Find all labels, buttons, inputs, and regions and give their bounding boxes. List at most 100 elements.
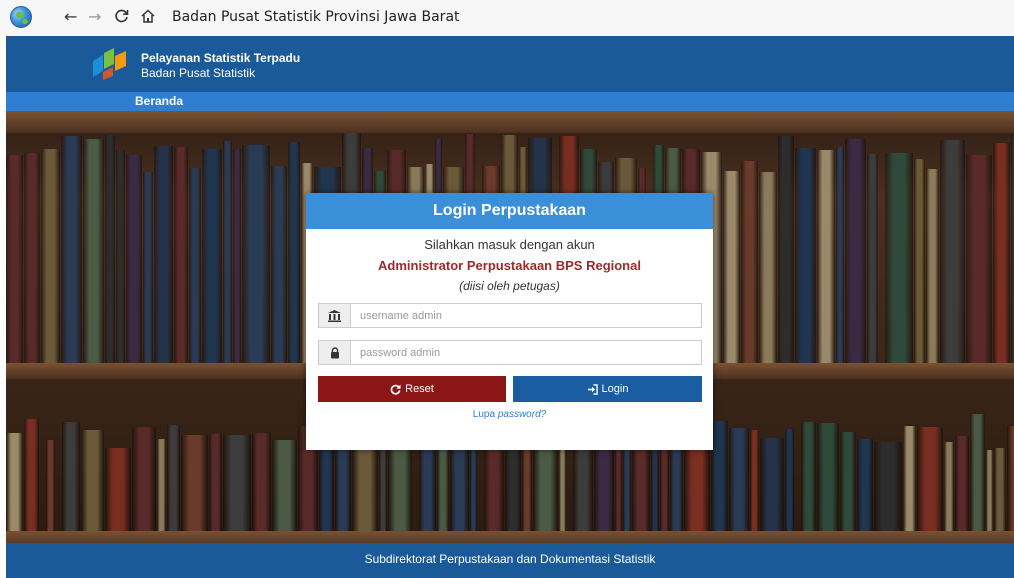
forgot-password-link[interactable]: Lupa password? [306,409,713,420]
password-input[interactable] [351,341,701,364]
book-spine [61,136,82,363]
book-spine [940,140,965,363]
book-spine [1007,426,1014,543]
username-field [318,303,702,328]
book-spine [874,442,902,543]
book-spine [223,435,251,543]
book-spine [955,436,969,543]
book-spine [885,153,913,363]
forward-arrow-icon[interactable]: → [88,8,101,26]
back-arrow-icon[interactable]: ← [64,8,77,26]
book-spine [778,136,794,363]
brand-title: Pelayanan Statistik Terpadu [141,51,301,65]
book-spine [209,434,222,543]
refresh-icon [390,383,401,395]
book-spine [62,422,80,543]
home-icon[interactable] [140,8,156,28]
book-spine [760,438,784,543]
reset-label: Reset [405,383,434,395]
shelf-board [6,111,1014,133]
book-spine [81,430,104,543]
book-spine [817,150,835,363]
book-spine [252,433,271,543]
password-field [318,340,702,365]
book-spine [24,419,39,543]
nav-home-link[interactable]: Beranda [135,94,183,108]
book-spine [105,448,131,543]
book-spine [116,150,125,363]
book-spine [41,149,60,363]
book-spine [242,145,270,363]
login-title: Login Perpustakaan [306,193,713,229]
login-button[interactable]: Login [513,376,702,402]
bps-logo-icon [93,48,126,80]
book-spine [288,142,300,363]
book-spine [272,440,297,543]
login-label: Login [601,383,629,395]
book-spine [741,161,758,363]
book-spine [126,155,142,363]
book-spine [723,171,740,363]
book-spine [817,423,839,543]
book-spine [132,427,156,543]
username-input[interactable] [351,304,701,327]
book-spine [157,439,166,543]
book-spine [46,440,55,543]
book-spine [174,147,188,363]
reload-icon[interactable] [114,8,130,28]
brand-subtitle: Badan Pusat Statistik [141,66,256,80]
login-intro: Silahkan masuk dengan akun [424,237,595,252]
main-nav: Beranda [6,92,1014,111]
book-spine [670,443,683,543]
book-spine [24,153,40,363]
book-spine [840,432,856,543]
sign-in-icon [587,383,598,395]
book-spine [143,172,153,363]
shelf-board [6,531,1014,543]
book-spine [450,437,469,543]
book-spine [632,448,650,543]
site-header: Pelayanan Statistik Terpadu Badan Pusat … [6,36,1014,92]
book-spine [167,425,180,543]
book-spine [795,148,816,363]
book-spine [836,147,844,363]
book-spine [994,448,1006,543]
book-spine [903,426,916,543]
forgot-prefix: Lupa [472,409,498,420]
lock-icon [319,341,351,364]
book-spine [986,450,993,543]
book-spine [233,149,241,363]
book-spine [917,427,943,543]
book-spine [801,422,816,543]
browser-toolbar: ← → Badan Pusat Statistik Provinsi Jawa … [0,0,1014,36]
book-spine [857,439,873,543]
book-spine [6,155,23,363]
book-spine [154,146,173,363]
book-spine [759,172,777,363]
book-spine [845,139,866,363]
book-spine [966,155,992,363]
page-title: Badan Pusat Statistik Provinsi Jawa Bara… [172,9,460,25]
book-spine [711,421,728,543]
book-spine [785,429,794,543]
book-spine [335,445,351,543]
book-spine [181,435,208,543]
book-spine [105,135,115,363]
book-spine [750,430,759,543]
book-spine [6,433,23,543]
footer: Subdirektorat Perpustakaan dan Dokumenta… [6,543,1014,578]
book-spine [271,166,287,363]
book-spine [993,143,1010,363]
login-note: (diisi oleh petugas) [459,279,560,293]
globe-icon [10,6,32,28]
book-spine [867,154,878,363]
book-spine [533,441,558,543]
book-spine [914,159,925,363]
book-spine [684,437,710,543]
book-spine [944,442,954,543]
book-spine [729,428,749,543]
book-spine [388,435,412,543]
book-spine [223,141,232,363]
book-spine [505,437,521,543]
reset-button[interactable]: Reset [318,376,506,402]
